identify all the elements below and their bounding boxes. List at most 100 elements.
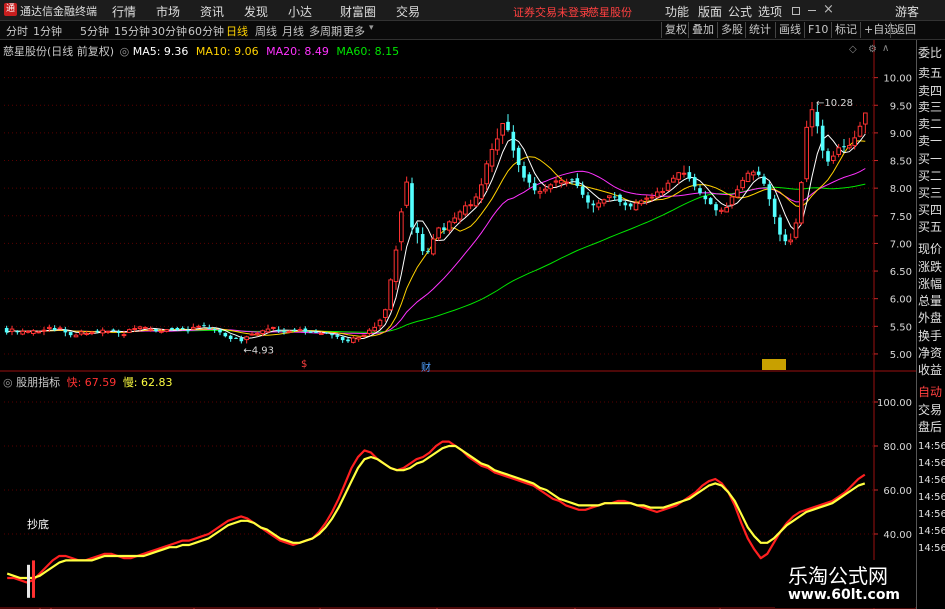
menu-item-discover[interactable]: 发现 — [244, 3, 268, 20]
f10-button[interactable]: F10 — [804, 22, 831, 38]
indicator-settings-icon[interactable]: ◎ — [3, 376, 13, 389]
ma60-line — [6, 183, 866, 333]
candle-up — [255, 333, 260, 336]
candle-down — [223, 332, 228, 337]
candle-down — [15, 331, 20, 333]
candle-up — [607, 195, 612, 199]
overlay-button[interactable]: 叠加 — [688, 22, 717, 38]
candle-up — [596, 202, 601, 208]
menu-item-news[interactable]: 资讯 — [200, 3, 224, 20]
candle-down — [228, 335, 233, 340]
candle-down — [703, 195, 708, 200]
period-5min[interactable]: 5分钟 — [80, 23, 109, 39]
candle-up — [665, 182, 671, 191]
minimize-icon[interactable] — [808, 10, 816, 11]
candle-down — [202, 325, 206, 327]
chart-area[interactable]: 10.00 9.50 9.00 8.50 8.00 7.50 7.00 6.50 6.00 5.5… — [0, 40, 945, 609]
candle-down — [778, 217, 782, 235]
candle-down — [628, 203, 633, 207]
menu-item-xiaoda[interactable]: 小达 — [288, 3, 312, 20]
candle-down — [340, 336, 345, 341]
diamond-icon[interactable]: ◇ — [849, 44, 857, 55]
period-60min[interactable]: 60分钟 — [188, 23, 224, 39]
more-dropdown-icon[interactable]: ▾ — [369, 23, 374, 33]
menu-item-wealth-circle[interactable]: 财富圈 — [340, 3, 376, 20]
fast-line — [7, 440, 866, 584]
candle-up — [367, 329, 372, 334]
finance-marker[interactable]: 财 — [421, 359, 431, 374]
candle-up — [271, 326, 276, 329]
period-monthly[interactable]: 月线 — [282, 23, 304, 39]
candle-down — [335, 335, 340, 337]
draw-line-button[interactable]: 画线 — [775, 22, 804, 38]
menu-item-options[interactable]: 选项 — [758, 3, 782, 20]
candle-up — [20, 330, 25, 335]
sidebar-label: 买二 — [918, 169, 943, 183]
candle-up — [799, 182, 804, 224]
buy-signal-bar — [27, 564, 30, 598]
period-30min[interactable]: 30分钟 — [151, 23, 187, 39]
sidebar-auto[interactable]: 自动 — [918, 385, 945, 400]
candle-up — [287, 330, 292, 333]
candle-up — [436, 227, 441, 239]
menu-item-market[interactable]: 市场 — [156, 3, 180, 20]
sidebar-label: 卖一 — [918, 134, 943, 148]
candle-up — [79, 331, 84, 335]
candle-up — [847, 145, 852, 149]
candle-up — [633, 202, 639, 211]
candle-up — [351, 337, 356, 343]
menu-item-layout[interactable]: 版面 — [698, 3, 722, 20]
candle-down — [308, 331, 313, 333]
period-timeshare[interactable]: 分时 — [6, 23, 28, 39]
candle-up — [377, 319, 383, 327]
event-marker-icon[interactable] — [762, 359, 786, 370]
collapse-icon[interactable]: ◎ — [120, 45, 130, 58]
candle-down — [756, 171, 761, 175]
candle-up — [73, 334, 79, 338]
period-daily[interactable]: 日线 — [226, 23, 248, 39]
candle-up — [729, 196, 735, 206]
statistics-button[interactable]: 统计 — [745, 22, 774, 38]
price-tick-label: 5.00 — [890, 350, 912, 361]
candle-down — [618, 194, 622, 202]
app-title: 通达信金融终端 — [20, 5, 97, 18]
menu-item-formula[interactable]: 公式 — [728, 3, 752, 20]
adjust-button[interactable]: 复权 — [661, 22, 690, 38]
restore-icon[interactable] — [792, 7, 800, 15]
trade-time: 14:56 — [918, 475, 945, 486]
candle-down — [511, 131, 516, 151]
period-more[interactable]: 更多 — [343, 23, 365, 39]
candle-down — [532, 183, 537, 191]
menu-item-trade[interactable]: 交易 — [396, 3, 420, 20]
candle-up — [452, 217, 457, 223]
candle-down — [586, 195, 590, 203]
login-alert[interactable]: 证券交易未登录 — [513, 4, 590, 20]
candle-up — [265, 328, 271, 333]
dollar-marker[interactable]: $ — [301, 359, 307, 370]
multi-stock-button[interactable]: 多股 — [717, 22, 746, 38]
period-1min[interactable]: 1分钟 — [33, 23, 62, 39]
period-multi[interactable]: 多周期 — [309, 23, 342, 39]
candle-up — [196, 325, 201, 328]
close-icon[interactable]: × — [823, 2, 834, 17]
candle-down — [762, 176, 766, 184]
watermark: 乐淘公式网 www.60lt.com — [775, 560, 915, 608]
menu-item-quotes[interactable]: 行情 — [112, 3, 136, 20]
period-weekly[interactable]: 周线 — [255, 23, 277, 39]
candle-up — [31, 330, 36, 335]
ma5-line — [6, 133, 866, 340]
top-stock-name: 慈星股份 — [588, 6, 632, 19]
chevron-up-icon[interactable]: ∧ — [882, 43, 889, 54]
candle-up — [559, 179, 564, 184]
indicator-tick-label: 40.00 — [883, 530, 912, 541]
user-guest[interactable]: 游客 — [895, 3, 919, 20]
period-15min[interactable]: 15分钟 — [114, 23, 150, 39]
mark-button[interactable]: 标记 — [831, 22, 860, 38]
back-button[interactable]: 返回 — [890, 22, 919, 38]
menu-item-functions[interactable]: 功能 — [665, 3, 689, 20]
low-price-label: ←4.93 — [243, 345, 274, 356]
candle-up — [159, 330, 164, 333]
candle-up — [489, 148, 495, 167]
sidebar-label: 涨幅 — [918, 277, 943, 291]
settings-icon[interactable]: ⚙ — [868, 44, 877, 55]
